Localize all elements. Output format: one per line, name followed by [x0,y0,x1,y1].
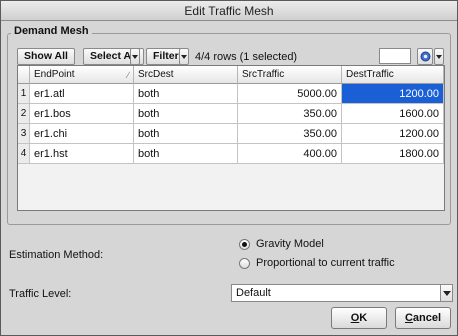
ok-label-rest: K [359,312,368,324]
row-count-status: 4/4 rows (1 selected) [195,51,298,63]
cell-desttraffic[interactable]: 1200.00 [342,124,444,144]
cell-srctraffic[interactable]: 350.00 [238,124,342,144]
cell-srctraffic[interactable]: 350.00 [238,104,342,124]
traffic-level-label: Traffic Level: [9,288,72,300]
ok-button[interactable]: OK [331,307,387,329]
column-header-endpoint[interactable]: EndPoint ∕ [30,66,134,84]
gear-dropdown-icon[interactable] [434,48,444,65]
row-number[interactable]: 2 [18,104,30,124]
search-input[interactable] [379,48,411,64]
gravity-model-label[interactable]: Gravity Model [256,238,324,250]
column-header-label: SrcTraffic [242,69,285,80]
cell-endpoint[interactable]: er1.bos [30,104,134,124]
cell-desttraffic-selected[interactable]: 1200.00 [342,84,444,104]
gravity-model-radio[interactable] [239,239,250,250]
edit-traffic-mesh-dialog: Edit Traffic Mesh Demand Mesh Show All S… [0,0,458,336]
column-header-srctraffic[interactable]: SrcTraffic [238,66,342,84]
demand-mesh-table: EndPoint ∕ SrcDest SrcTraffic DestTraffi… [17,65,445,211]
gear-icon [420,51,431,62]
filter-dropdown-icon[interactable] [179,48,189,65]
cancel-button[interactable]: Cancel [395,307,451,329]
ok-mnemonic: O [350,312,360,324]
row-number[interactable]: 3 [18,124,30,144]
proportional-traffic-label[interactable]: Proportional to current traffic [256,257,395,269]
column-header-label: EndPoint [34,69,75,80]
group-title: Demand Mesh [11,25,92,37]
estimation-method-label: Estimation Method: [9,249,104,261]
chevron-down-icon[interactable] [440,285,452,301]
column-sort-icon: ∕ [127,70,129,80]
cell-srcdest[interactable]: both [134,104,238,124]
cell-srcdest[interactable]: both [134,84,238,104]
column-header-desttraffic[interactable]: DestTraffic [342,66,444,84]
row-number-header [18,66,30,84]
cell-srctraffic[interactable]: 5000.00 [238,84,342,104]
cell-srcdest[interactable]: both [134,124,238,144]
select-all-dropdown-icon[interactable] [130,48,140,65]
cancel-mnemonic: C [404,312,413,324]
cell-desttraffic[interactable]: 1600.00 [342,104,444,124]
cell-endpoint[interactable]: er1.atl [30,84,134,104]
window-title: Edit Traffic Mesh [1,1,457,21]
proportional-traffic-radio[interactable] [239,258,250,269]
traffic-level-select[interactable]: Default [231,284,453,302]
column-header-label: DestTraffic [346,69,394,80]
cell-srcdest[interactable]: both [134,144,238,164]
cell-endpoint[interactable]: er1.chi [30,124,134,144]
row-number[interactable]: 4 [18,144,30,164]
column-header-srcdest[interactable]: SrcDest [134,66,238,84]
row-number[interactable]: 1 [18,84,30,104]
cancel-label-rest: ancel [412,312,442,324]
cell-srctraffic[interactable]: 400.00 [238,144,342,164]
cell-desttraffic[interactable]: 1800.00 [342,144,444,164]
traffic-level-value: Default [236,287,271,299]
cell-endpoint[interactable]: er1.hst [30,144,134,164]
gear-button[interactable] [417,48,433,65]
column-header-label: SrcDest [138,69,174,80]
show-all-button[interactable]: Show All [17,48,75,65]
